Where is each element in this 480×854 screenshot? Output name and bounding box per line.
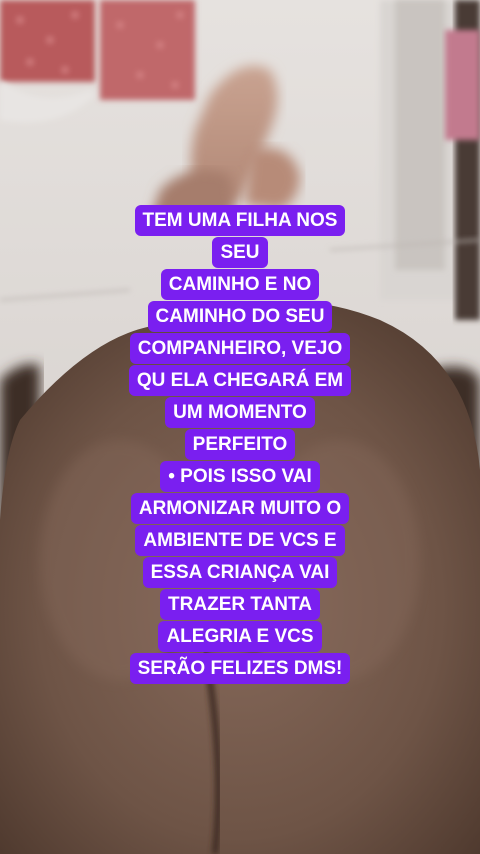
caption-line: SEU	[212, 237, 268, 268]
caption-line: TEM UMA FILHA NOS	[134, 205, 346, 236]
caption-line: PERFEITO	[184, 429, 296, 460]
caption-line: UM MOMENTO	[165, 397, 315, 428]
story-caption: TEM UMA FILHA NOS SEU CAMINHO E NO CAMIN…	[110, 205, 370, 685]
caption-line: • POIS ISSO VAI	[160, 461, 320, 492]
caption-line: SERÃO FELIZES DMS!	[129, 653, 351, 684]
caption-line: ESSA CRIANÇA VAI	[142, 557, 338, 588]
caption-line: QU ELA CHEGARÁ EM	[128, 365, 352, 396]
caption-line: ARMONIZAR MUITO O	[130, 493, 350, 524]
caption-line: CAMINHO DO SEU	[147, 301, 333, 332]
caption-line: ALEGRIA E VCS	[158, 621, 322, 652]
caption-line: CAMINHO E NO	[160, 269, 320, 300]
caption-line: TRAZER TANTA	[160, 589, 320, 620]
caption-line: COMPANHEIRO, VEJO	[129, 333, 351, 364]
caption-line: AMBIENTE DE VCS E	[135, 525, 345, 556]
